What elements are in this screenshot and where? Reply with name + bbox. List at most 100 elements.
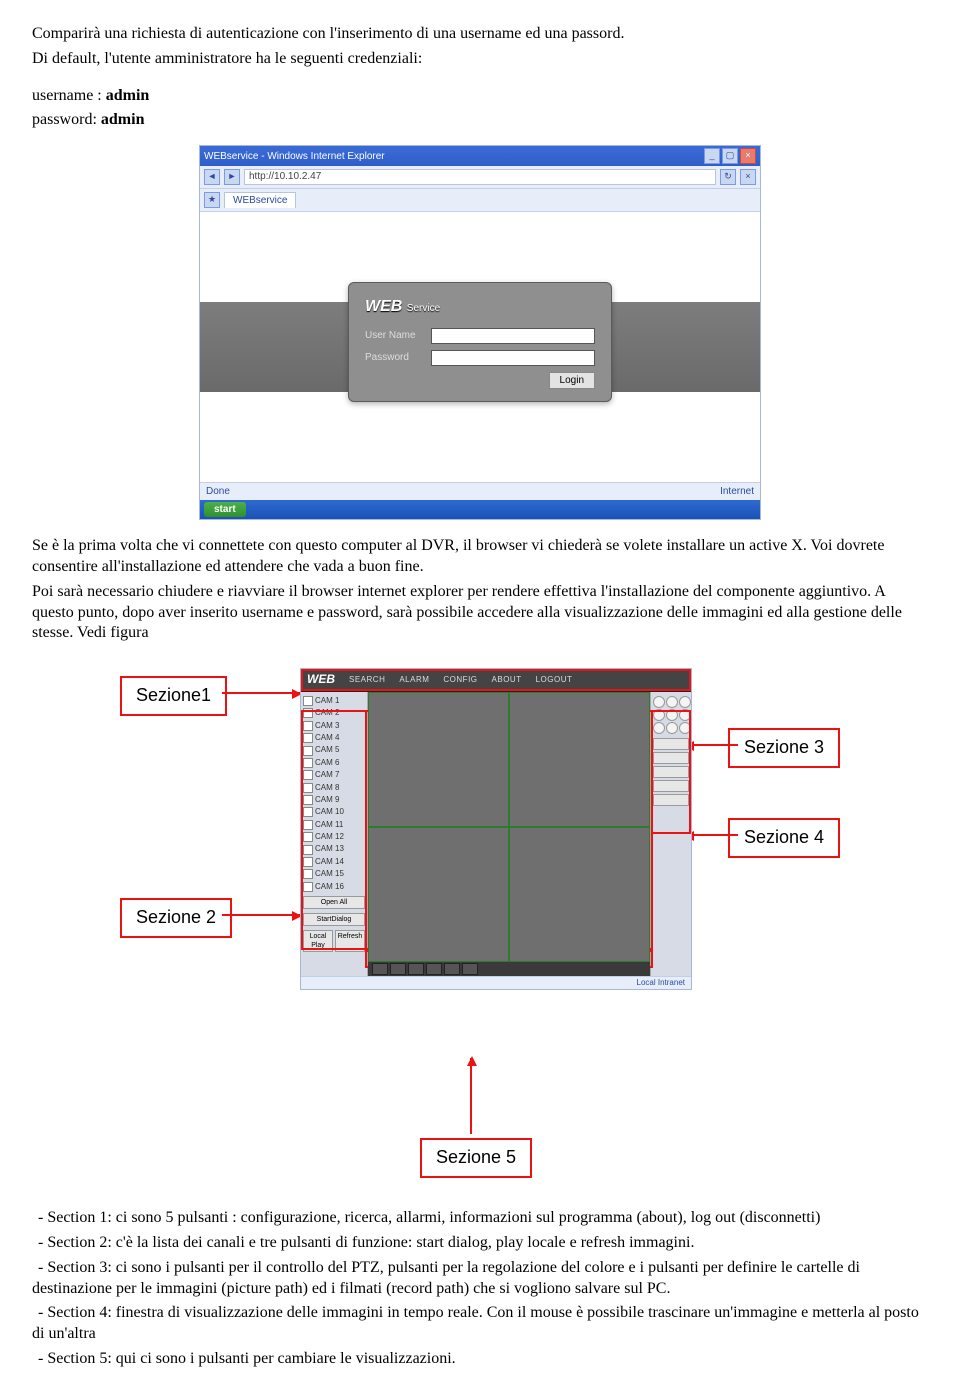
ie-tab[interactable]: WEBservice [224, 192, 296, 208]
layout-button[interactable] [372, 963, 388, 975]
maximize-icon[interactable]: ▢ [722, 148, 738, 164]
ptz-down-icon[interactable] [666, 722, 678, 734]
ptz-down-right-icon[interactable] [679, 722, 691, 734]
channel-item[interactable]: CAM 10 [303, 807, 365, 817]
checkbox-icon[interactable] [303, 857, 313, 867]
section-2-text: - Section 2: c'è la lista dei canali e t… [32, 1233, 928, 1254]
channel-item[interactable]: CAM 4 [303, 733, 365, 743]
checkbox-icon[interactable] [303, 758, 313, 768]
checkbox-icon[interactable] [303, 845, 313, 855]
checkbox-icon[interactable] [303, 733, 313, 743]
video-cell[interactable] [368, 827, 509, 962]
channel-item[interactable]: CAM 2 [303, 708, 365, 718]
paragraph-intro-1: Comparirà una richiesta di autenticazion… [32, 24, 928, 45]
channel-item[interactable]: CAM 16 [303, 882, 365, 892]
checkbox-icon[interactable] [303, 807, 313, 817]
arrow-sezione-5 [470, 1058, 472, 1134]
username-label: username : [32, 87, 106, 104]
nav-logout[interactable]: LOGOUT [536, 675, 573, 685]
login-pass-input[interactable] [431, 350, 595, 366]
path-control[interactable] [653, 794, 689, 806]
favorites-icon[interactable]: ★ [204, 192, 220, 208]
channel-item[interactable]: CAM 3 [303, 721, 365, 731]
ptz-up-icon[interactable] [666, 696, 678, 708]
ptz-right-icon[interactable] [679, 709, 691, 721]
refresh-button[interactable]: Refresh [335, 930, 365, 952]
channel-item[interactable]: CAM 1 [303, 696, 365, 706]
layout-button[interactable] [444, 963, 460, 975]
checkbox-icon[interactable] [303, 696, 313, 706]
checkbox-icon[interactable] [303, 795, 313, 805]
section-4-text: - Section 4: finestra di visualizzazione… [32, 1303, 928, 1345]
callout-sezione-3: Sezione 3 [728, 728, 840, 767]
arrow-sezione-2 [222, 914, 300, 916]
channel-item[interactable]: CAM 15 [303, 869, 365, 879]
channel-item[interactable]: CAM 5 [303, 745, 365, 755]
channel-item[interactable]: CAM 12 [303, 832, 365, 842]
checkbox-icon[interactable] [303, 820, 313, 830]
layout-button[interactable] [390, 963, 406, 975]
channel-item[interactable]: CAM 7 [303, 770, 365, 780]
checkbox-icon[interactable] [303, 708, 313, 718]
open-all-button[interactable]: Open All [303, 896, 365, 909]
layout-button[interactable] [462, 963, 478, 975]
login-button[interactable]: Login [549, 372, 595, 389]
ptz-focus[interactable] [653, 752, 689, 764]
login-panel: WEB Service User Name Password Login [348, 282, 612, 402]
arrow-sezione-3 [686, 744, 738, 746]
start-button[interactable]: start [204, 502, 246, 517]
start-dialog-button[interactable]: StartDialog [303, 913, 365, 926]
channel-item[interactable]: CAM 11 [303, 820, 365, 830]
web-status-bar: Local Intranet [301, 976, 691, 989]
minimize-icon[interactable]: _ [704, 148, 720, 164]
paragraph-activex-2: Poi sarà necessario chiudere e riavviare… [32, 582, 928, 644]
paragraph-intro-2: Di default, l'utente amministratore ha l… [32, 49, 928, 70]
checkbox-icon[interactable] [303, 882, 313, 892]
login-user-input[interactable] [431, 328, 595, 344]
nav-config[interactable]: CONFIG [443, 675, 477, 685]
address-input[interactable]: http://10.10.2.47 [244, 169, 716, 185]
checkbox-icon[interactable] [303, 746, 313, 756]
nav-alarm[interactable]: ALARM [399, 675, 429, 685]
layout-button[interactable] [408, 963, 424, 975]
web-logo: WEB [307, 672, 335, 688]
checkbox-icon[interactable] [303, 869, 313, 879]
refresh-icon[interactable]: ↻ [720, 169, 736, 185]
video-cell[interactable] [509, 692, 650, 827]
password-label: password: [32, 111, 101, 128]
close-icon[interactable]: × [740, 148, 756, 164]
web-ptz-panel [650, 692, 691, 976]
video-cell[interactable] [509, 827, 650, 962]
channel-item[interactable]: CAM 9 [303, 795, 365, 805]
video-cell[interactable] [368, 692, 509, 827]
stop-icon[interactable]: × [740, 169, 756, 185]
forward-icon[interactable]: ► [224, 169, 240, 185]
checkbox-icon[interactable] [303, 832, 313, 842]
checkbox-icon[interactable] [303, 721, 313, 731]
ie-address-bar: ◄ ► http://10.10.2.47 ↻ × [200, 166, 760, 189]
color-control[interactable] [653, 780, 689, 792]
nav-about[interactable]: ABOUT [492, 675, 522, 685]
callout-sezione-2: Sezione 2 [120, 898, 232, 937]
channel-item[interactable]: CAM 8 [303, 783, 365, 793]
checkbox-icon[interactable] [303, 783, 313, 793]
checkbox-icon[interactable] [303, 770, 313, 780]
arrow-sezione-4 [686, 834, 738, 836]
back-icon[interactable]: ◄ [204, 169, 220, 185]
ptz-zoom[interactable] [653, 738, 689, 750]
ptz-iris[interactable] [653, 766, 689, 778]
layout-button[interactable] [426, 963, 442, 975]
arrow-sezione-1 [222, 692, 300, 694]
ptz-up-right-icon[interactable] [679, 696, 691, 708]
ptz-up-left-icon[interactable] [653, 696, 665, 708]
login-brand-sub: Service [407, 303, 440, 314]
channel-item[interactable]: CAM 6 [303, 758, 365, 768]
nav-search[interactable]: SEARCH [349, 675, 385, 685]
callout-sezione-1: Sezione1 [120, 676, 227, 715]
ptz-left-icon[interactable] [653, 709, 665, 721]
ptz-center-icon[interactable] [666, 709, 678, 721]
channel-item[interactable]: CAM 14 [303, 857, 365, 867]
channel-item[interactable]: CAM 13 [303, 844, 365, 854]
ptz-down-left-icon[interactable] [653, 722, 665, 734]
local-play-button[interactable]: Local Play [303, 930, 333, 952]
